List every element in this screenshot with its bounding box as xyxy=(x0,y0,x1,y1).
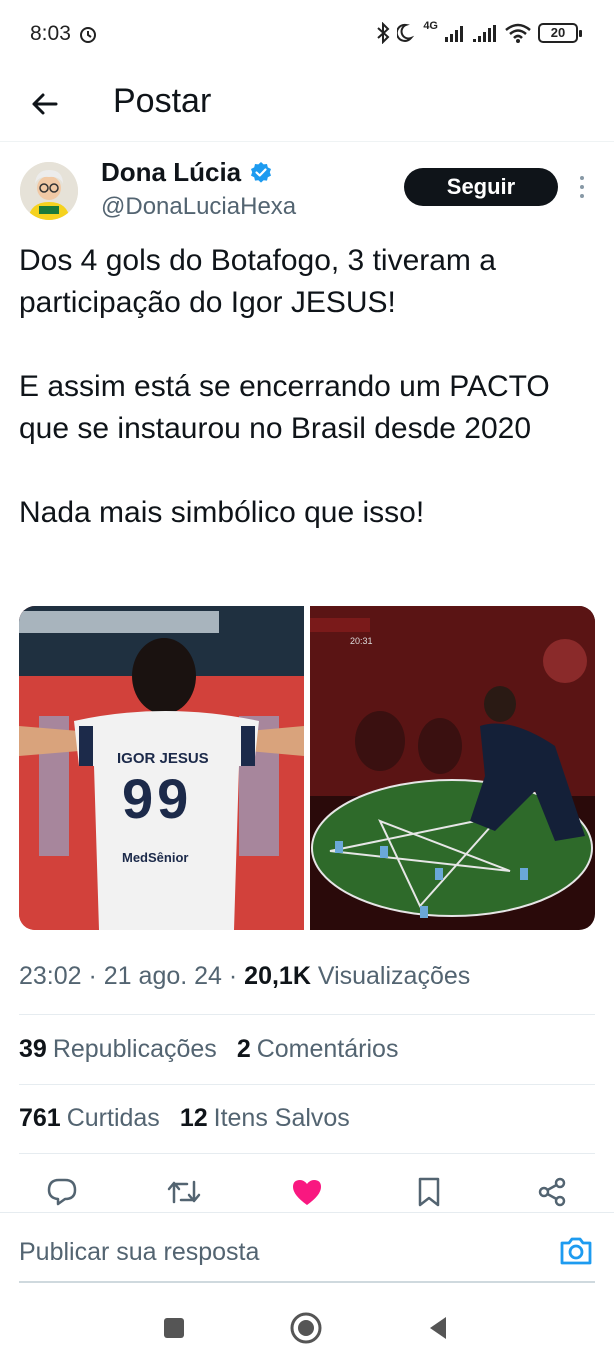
battery-icon: 20 xyxy=(538,23,582,43)
reposts-count: 39 xyxy=(19,1035,47,1063)
status-bar: 8:03 4G 20 xyxy=(0,0,614,72)
square-icon xyxy=(164,1318,184,1338)
tweet-date[interactable]: 21 ago. 24 xyxy=(104,962,222,990)
divider xyxy=(19,1014,595,1015)
bookmark-button[interactable] xyxy=(411,1174,447,1210)
bookmark-icon xyxy=(418,1177,440,1207)
reposts-label: Republicações xyxy=(52,1035,217,1063)
back-nav-button[interactable] xyxy=(420,1310,456,1346)
author-handle[interactable]: @DonaLuciaHexa xyxy=(101,193,296,221)
action-bar xyxy=(0,1168,614,1214)
verified-badge-icon xyxy=(251,161,272,183)
network-type-label: 4G xyxy=(423,20,438,32)
saves-label: Itens Salvos xyxy=(213,1104,350,1132)
share-icon xyxy=(538,1177,566,1207)
home-circle-icon xyxy=(290,1312,322,1344)
tweet-text: Dos 4 gols do Botafogo, 3 tiveram a part… xyxy=(19,244,550,529)
repost-button[interactable] xyxy=(166,1174,202,1210)
wifi-icon xyxy=(505,23,531,43)
likes-count: 761 xyxy=(19,1104,61,1132)
divider xyxy=(19,1084,595,1085)
comments-count: 2 xyxy=(236,1035,251,1063)
bluetooth-icon xyxy=(377,22,390,44)
home-button[interactable] xyxy=(288,1310,324,1346)
alarm-icon xyxy=(80,27,96,43)
stats-row-1: 39 Republicações 2 Comentários xyxy=(19,1035,398,1064)
moon-icon xyxy=(397,23,415,42)
system-nav-bar xyxy=(0,1290,614,1364)
reply-composer[interactable]: Publicar sua resposta xyxy=(0,1212,614,1283)
stats-row-2: 761 Curtidas 12 Itens Salvos xyxy=(19,1104,350,1133)
shirt-name: IGOR JESUS xyxy=(117,750,209,767)
reply-input-underline xyxy=(19,1281,595,1283)
reply-input[interactable]: Publicar sua resposta xyxy=(19,1238,259,1267)
more-options-icon[interactable] xyxy=(572,172,592,202)
saves-stat[interactable]: 12 Itens Salvos xyxy=(180,1104,350,1133)
follow-button[interactable]: Seguir xyxy=(404,168,558,206)
author-name-label: Dona Lúcia xyxy=(101,157,242,187)
reply-icon xyxy=(47,1178,77,1206)
divider xyxy=(19,1153,595,1154)
likes-label: Curtidas xyxy=(66,1104,160,1132)
tweet-meta: 23:02 · 21 ago. 24 · 20,1K Visualizações xyxy=(19,962,471,990)
status-time: 8:03 xyxy=(30,22,71,45)
views-count: 20,1K xyxy=(244,962,311,990)
saves-count: 12 xyxy=(179,1104,208,1132)
like-icon xyxy=(293,1180,321,1205)
reposts-stat[interactable]: 39 Republicações xyxy=(19,1035,217,1064)
top-app-bar: Postar xyxy=(0,72,614,142)
like-button[interactable] xyxy=(289,1174,325,1210)
page-title: Postar xyxy=(113,82,212,120)
comments-label: Comentários xyxy=(256,1035,399,1063)
share-button[interactable] xyxy=(534,1174,570,1210)
reply-button[interactable] xyxy=(44,1174,80,1210)
signal-icon xyxy=(473,25,496,42)
arrow-left-icon xyxy=(32,93,58,115)
camera-icon[interactable] xyxy=(558,1235,594,1267)
scoreboard-time: 20:31 xyxy=(350,636,373,646)
likes-stat[interactable]: 761 Curtidas xyxy=(19,1104,160,1133)
views-label: Visualizações xyxy=(317,962,471,990)
comments-stat[interactable]: 2 Comentários xyxy=(237,1035,399,1064)
avatar[interactable] xyxy=(20,162,78,220)
media-image-player[interactable]: IGOR JESUS 99 MedSênior xyxy=(19,606,304,930)
repost-icon xyxy=(167,1180,201,1204)
media-grid: IGOR JESUS 99 MedSênior 20:31 xyxy=(19,606,595,930)
author-name[interactable]: Dona Lúcia xyxy=(101,157,273,188)
tweet-time[interactable]: 23:02 xyxy=(19,962,82,990)
back-button[interactable] xyxy=(22,82,66,126)
recents-button[interactable] xyxy=(156,1310,192,1346)
shirt-sponsor: MedSênior xyxy=(122,850,189,865)
shirt-number: 99 xyxy=(122,767,193,830)
media-image-ritual[interactable]: 20:31 xyxy=(310,606,595,930)
triangle-back-icon xyxy=(430,1317,446,1339)
signal-icon xyxy=(445,26,463,42)
